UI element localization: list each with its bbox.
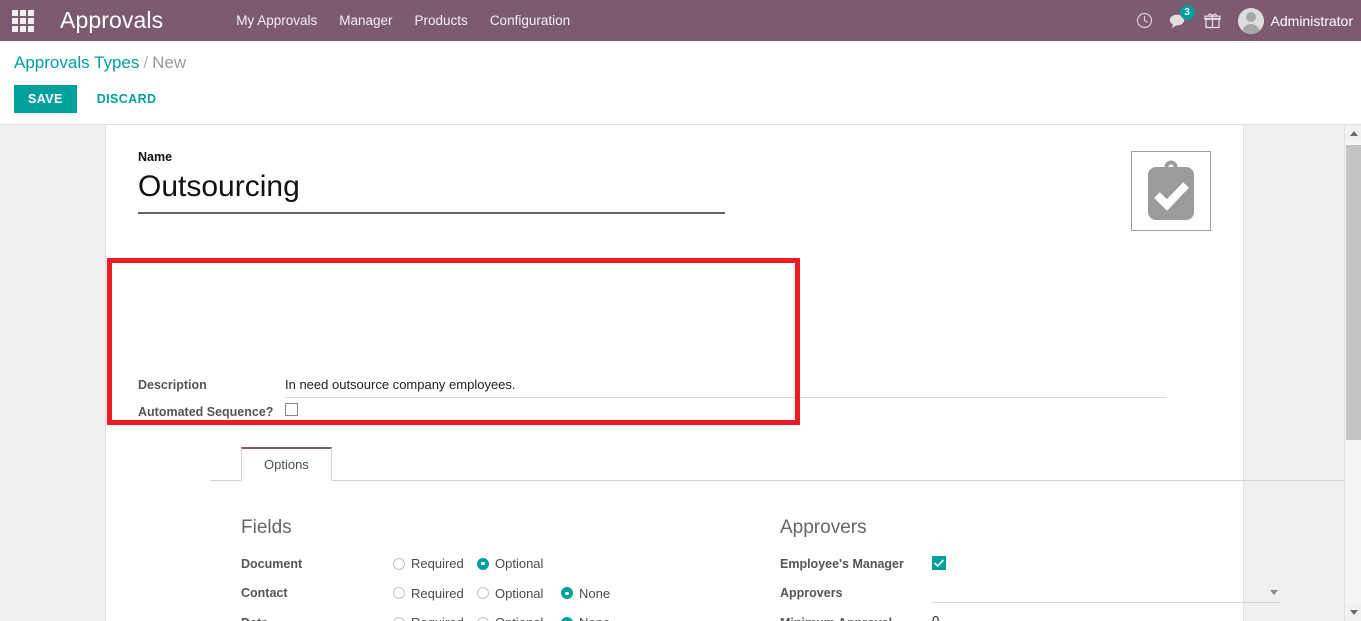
radio-label: Required — [411, 556, 464, 572]
form-scroll-area: Name Outsourcing Description In need out… — [0, 125, 1361, 621]
gift-icon[interactable] — [1196, 0, 1230, 41]
radio-dot — [477, 557, 489, 570]
discard-button[interactable]: DISCARD — [83, 85, 171, 113]
name-input-underline — [138, 212, 725, 214]
menu-item-configuration[interactable]: Configuration — [479, 9, 581, 32]
radio-dot — [561, 616, 573, 621]
minimum-approval-input[interactable]: 0 — [932, 612, 1280, 621]
name-field-group: Name Outsourcing — [138, 150, 738, 214]
scroll-down-icon[interactable] — [1345, 604, 1361, 621]
radio-date-none[interactable]: None — [561, 615, 645, 621]
notebook: Options Fields Document Required Optiona… — [210, 445, 1349, 621]
approvers-table: Employee's Manager Approvers 0 — [780, 549, 1280, 621]
approvers-section: Approvers Employee's Manager Approvers 0 — [780, 517, 1320, 621]
approvers-cell — [932, 579, 1280, 609]
app-brand-title[interactable]: Approvals — [60, 7, 163, 34]
navbar-right-tools: 3 Administrator — [1128, 0, 1353, 41]
menu-item-my-approvals[interactable]: My Approvals — [225, 9, 328, 32]
table-row: Employee's Manager — [780, 549, 1280, 579]
radio-contact-none[interactable]: None — [561, 586, 645, 601]
record-actions: SAVE DISCARD — [14, 85, 1361, 113]
field-options-document: Required Optional — [393, 549, 645, 579]
radio-dot — [561, 587, 573, 600]
radio-label: Required — [411, 585, 464, 601]
fields-table: Document Required Optional Contact Requi… — [241, 549, 645, 621]
user-name-label: Administrator — [1270, 12, 1353, 29]
radio-document-required[interactable]: Required — [393, 556, 477, 571]
approvers-label: Approvers — [780, 586, 843, 601]
employees-manager-checkbox[interactable] — [932, 556, 946, 571]
scroll-up-icon[interactable] — [1345, 125, 1361, 142]
tab-options[interactable]: Options — [241, 447, 332, 481]
automated-sequence-field-group: Automated Sequence? — [138, 403, 298, 419]
radio-label: Required — [411, 615, 464, 621]
radio-dot — [477, 587, 489, 600]
chevron-down-icon[interactable] — [1270, 590, 1278, 596]
radio-label: Optional — [495, 556, 544, 572]
field-label-document: Document — [241, 556, 303, 571]
messages-badge: 3 — [1179, 5, 1195, 20]
vertical-scrollbar[interactable] — [1344, 125, 1361, 621]
radio-date-optional[interactable]: Optional — [477, 615, 561, 621]
save-button[interactable]: SAVE — [14, 85, 77, 113]
radio-dot — [393, 557, 405, 570]
radio-contact-required[interactable]: Required — [393, 586, 477, 601]
radio-date-required[interactable]: Required — [393, 615, 477, 621]
name-input[interactable]: Outsourcing — [138, 167, 738, 209]
breadcrumb-approvals-types[interactable]: Approvals Types — [14, 53, 139, 72]
main-menu: My Approvals Manager Products Configurat… — [225, 9, 581, 32]
radio-contact-optional[interactable]: Optional — [477, 586, 561, 601]
avatar — [1237, 7, 1264, 34]
employees-manager-cell — [932, 549, 1280, 579]
name-label: Name — [138, 150, 173, 164]
radio-dot — [393, 587, 405, 600]
image-field[interactable] — [1131, 151, 1211, 231]
automated-sequence-checkbox[interactable] — [285, 403, 298, 416]
table-row: Minimum Approval 0 — [780, 608, 1280, 621]
table-row: Date Required Optional — [241, 608, 645, 621]
table-row: Document Required Optional — [241, 549, 645, 579]
description-input-underline — [285, 397, 1167, 398]
employees-manager-label: Employee's Manager — [780, 556, 904, 571]
radio-label: None — [579, 585, 611, 601]
automated-sequence-label: Automated Sequence? — [138, 405, 274, 419]
menu-item-manager[interactable]: Manager — [328, 9, 403, 32]
notebook-tabs: Options — [210, 445, 1349, 481]
clipboard-check-icon — [1148, 160, 1194, 220]
scrollbar-thumb[interactable] — [1346, 145, 1361, 440]
radio-label: Optional — [495, 615, 543, 621]
radio-label: None — [579, 615, 610, 621]
field-options-date: Required Optional None — [393, 608, 645, 621]
table-row: Contact Required Optional None — [241, 579, 645, 609]
field-options-contact: Required Optional None — [393, 579, 645, 609]
notebook-page-options: Fields Document Required Optional Contac… — [210, 481, 1349, 621]
minimum-approval-label: Minimum Approval — [780, 608, 932, 621]
field-label-contact: Contact — [241, 586, 288, 601]
radio-document-optional[interactable]: Optional — [477, 556, 561, 571]
top-navbar: Approvals My Approvals Manager Products … — [0, 0, 1361, 41]
table-row: Approvers — [780, 579, 1280, 609]
menu-item-products[interactable]: Products — [404, 9, 479, 32]
approvers-select[interactable] — [932, 583, 1280, 604]
radio-dot — [393, 616, 405, 621]
field-label-date: Date — [241, 608, 393, 621]
clock-icon[interactable] — [1128, 0, 1162, 41]
breadcrumb-separator: / — [143, 53, 149, 72]
fields-section-title: Fields — [241, 517, 292, 538]
messages-icon[interactable]: 3 — [1162, 0, 1196, 41]
description-input[interactable]: In need outsource company employees. — [285, 377, 516, 392]
description-field-group: Description In need outsource company em… — [138, 377, 1198, 392]
radio-label: Optional — [495, 585, 544, 601]
control-panel: Approvals Types / New SAVE DISCARD — [0, 41, 1361, 125]
apps-grid-icon[interactable] — [10, 8, 36, 34]
description-label: Description — [138, 378, 207, 392]
breadcrumb: Approvals Types / New — [14, 41, 1361, 73]
radio-dot — [477, 616, 489, 621]
user-menu[interactable]: Administrator — [1237, 7, 1353, 34]
breadcrumb-current: New — [152, 53, 187, 72]
fields-section: Fields Document Required Optional Contac… — [210, 517, 780, 621]
approvers-section-title: Approvers — [780, 517, 867, 538]
minimum-approval-cell: 0 — [932, 608, 1280, 621]
